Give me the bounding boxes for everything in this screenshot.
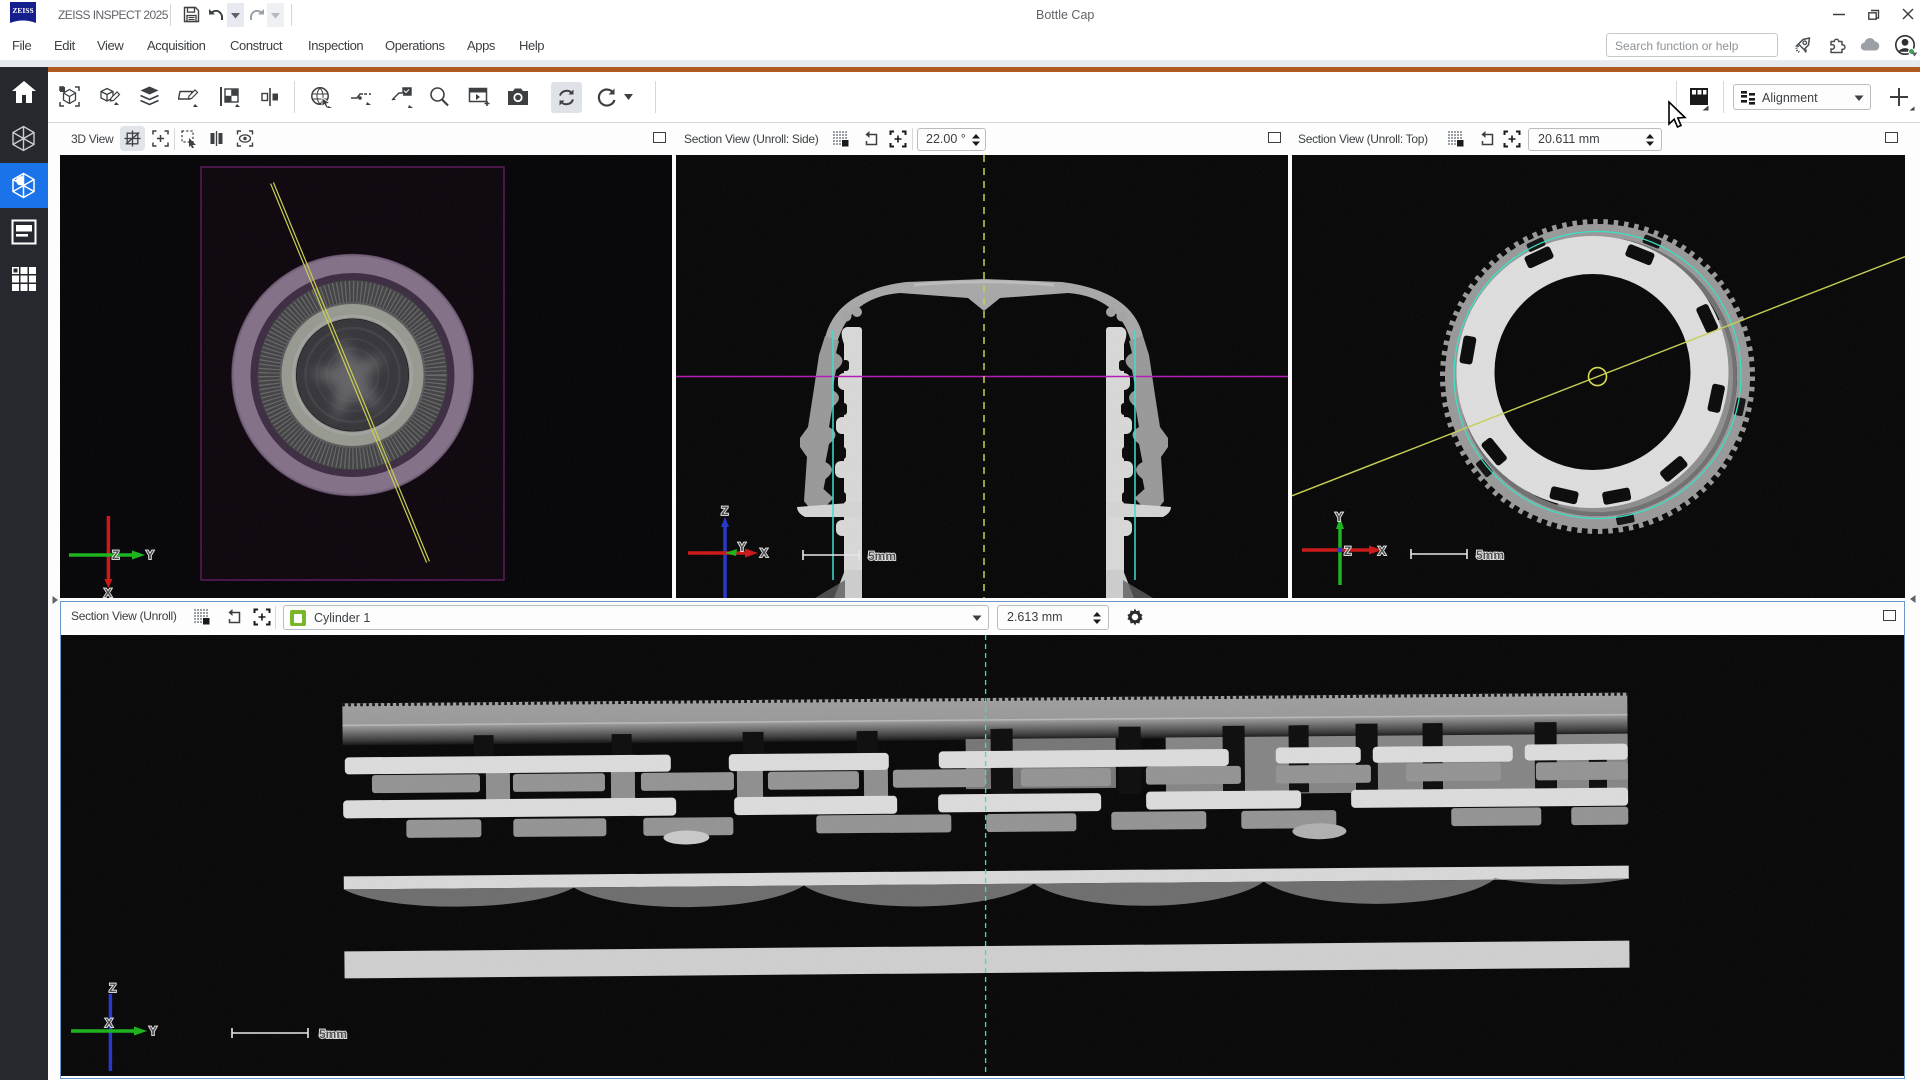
- svg-text:ZEISS: ZEISS: [12, 6, 33, 15]
